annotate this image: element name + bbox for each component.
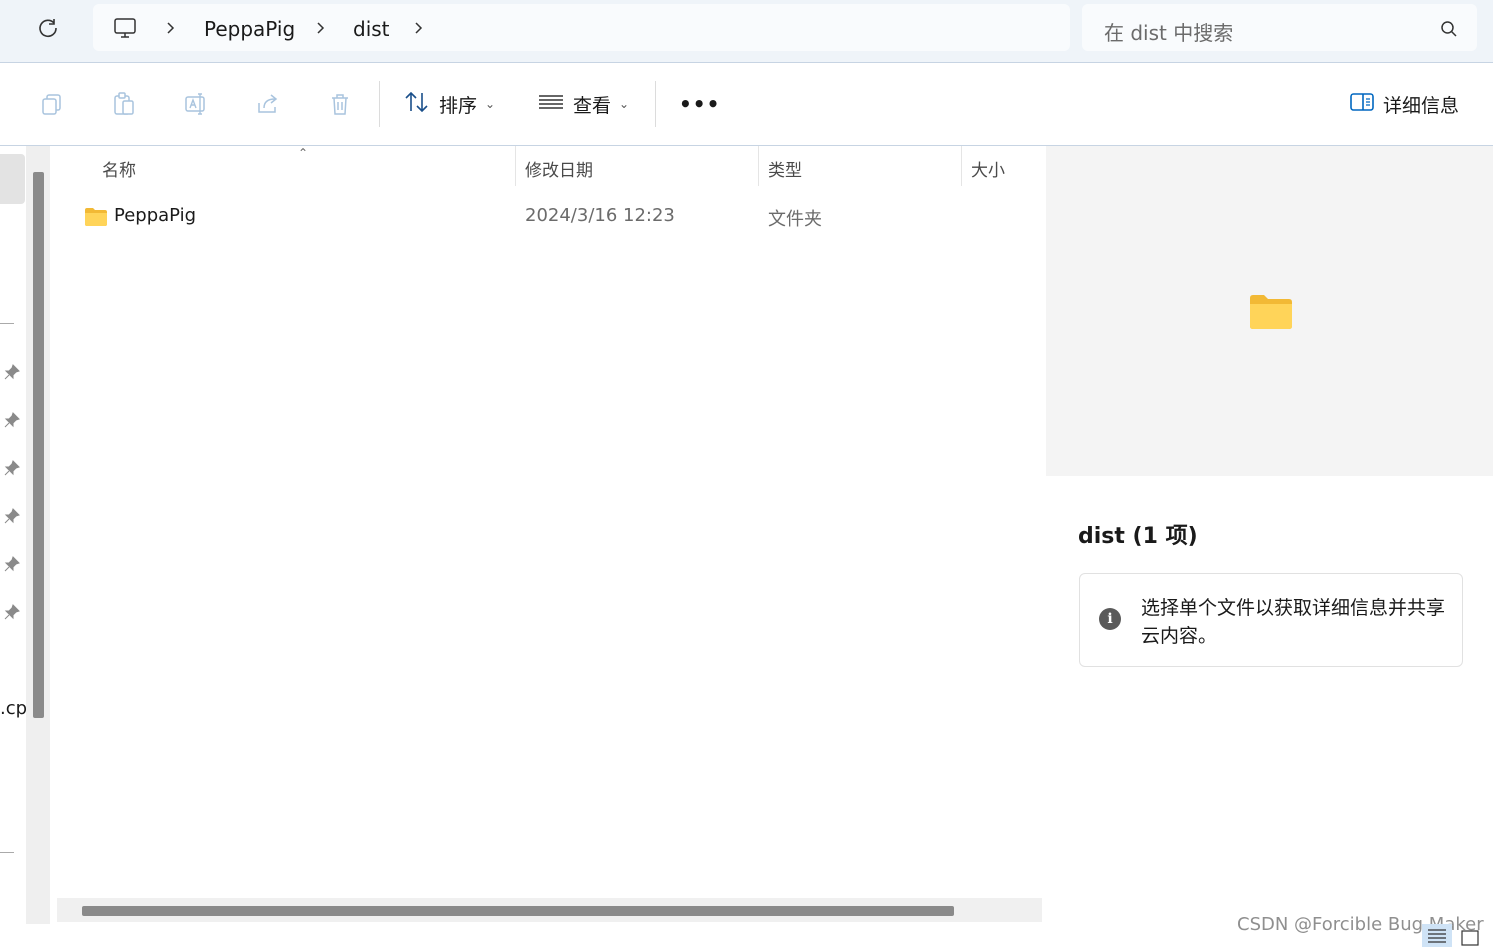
chevron-down-icon: ⌄: [619, 97, 630, 111]
copy-icon[interactable]: [39, 91, 65, 117]
details-label: 详细信息: [1383, 94, 1460, 117]
folder-icon: [1249, 294, 1293, 334]
address-bar[interactable]: PeppaPig dist: [93, 4, 1070, 51]
pin-icon[interactable]: [4, 412, 20, 428]
search-box[interactable]: 在 dist 中搜索: [1082, 4, 1477, 51]
preview-area: [1046, 146, 1493, 476]
details-view-icon: [1422, 924, 1452, 947]
chevron-down-icon: ⌄: [485, 97, 496, 111]
pin-icon[interactable]: [4, 364, 20, 380]
file-modified: 2024/3/16 12:23: [525, 205, 675, 226]
info-icon: i: [1099, 608, 1121, 630]
nav-selected-item[interactable]: [0, 154, 25, 204]
chevron-right-icon[interactable]: [313, 18, 329, 38]
column-divider[interactable]: [515, 146, 516, 186]
details-pane-button[interactable]: 详细信息: [1349, 85, 1459, 123]
horizontal-scrollbar-track[interactable]: [57, 898, 1042, 922]
column-header-size[interactable]: 大小: [971, 156, 1005, 181]
column-divider[interactable]: [961, 146, 962, 186]
column-divider[interactable]: [758, 146, 759, 186]
toolbar-divider: [655, 81, 656, 127]
folder-icon: [84, 207, 108, 232]
nav-divider: [0, 323, 14, 324]
info-card: i 选择单个文件以获取详细信息并共享云内容。: [1079, 573, 1463, 667]
sort-ascending-icon: ⌃: [298, 146, 309, 160]
more-icon: •••: [679, 92, 721, 116]
breadcrumb-dist[interactable]: dist: [353, 17, 390, 41]
view-button[interactable]: 查看 ⌄: [537, 85, 629, 123]
pin-icon[interactable]: [4, 508, 20, 524]
nav-scrollbar-thumb[interactable]: [33, 172, 44, 718]
file-name[interactable]: PeppaPig: [114, 205, 196, 226]
pin-icon[interactable]: [4, 460, 20, 476]
search-placeholder[interactable]: 在 dist 中搜索: [1104, 17, 1233, 46]
toolbar-divider: [379, 81, 380, 127]
column-header-type[interactable]: 类型: [768, 156, 802, 181]
share-icon[interactable]: [255, 91, 281, 117]
pin-icon[interactable]: [4, 556, 20, 572]
sort-button[interactable]: 排序 ⌄: [403, 85, 495, 123]
computer-icon[interactable]: [113, 16, 137, 44]
horizontal-scrollbar-thumb[interactable]: [82, 906, 954, 916]
rename-icon[interactable]: [183, 91, 209, 117]
sort-icon: [403, 90, 431, 119]
column-header-modified[interactable]: 修改日期: [525, 156, 593, 181]
details-title: dist (1 项): [1078, 524, 1198, 549]
address-bar-region: PeppaPig dist 在 dist 中搜索: [0, 0, 1493, 63]
nav-item-partial[interactable]: .cp: [0, 698, 27, 719]
chevron-right-icon[interactable]: [411, 18, 427, 38]
pin-icon[interactable]: [4, 604, 20, 620]
sort-label: 排序: [439, 94, 478, 117]
search-icon[interactable]: [1440, 20, 1458, 42]
view-list-icon: [537, 90, 565, 119]
large-icons-view-icon: [1461, 930, 1479, 946]
delete-icon[interactable]: [327, 91, 353, 117]
command-bar: 排序 ⌄ 查看 ⌄ ••• 详细信息: [0, 63, 1493, 146]
paste-icon[interactable]: [111, 91, 137, 117]
column-header-name[interactable]: 名称: [102, 156, 136, 181]
more-options-button[interactable]: •••: [679, 85, 720, 123]
refresh-icon[interactable]: [34, 14, 62, 42]
view-label: 查看: [573, 94, 612, 117]
chevron-right-icon[interactable]: [163, 18, 179, 38]
file-list-pane: ⌃ 名称 修改日期 类型 大小 PeppaPig 2024/3/16 12:23…: [52, 146, 1044, 924]
breadcrumb-peppapig[interactable]: PeppaPig: [204, 17, 295, 41]
file-type: 文件夹: [768, 209, 822, 230]
nav-divider: [0, 852, 14, 853]
info-message: 选择单个文件以获取详细信息并共享云内容。: [1141, 597, 1446, 647]
table-row[interactable]: PeppaPig 2024/3/16 12:23 文件夹: [80, 200, 1030, 234]
details-pane-icon: [1349, 91, 1375, 118]
details-pane: dist (1 项) i 选择单个文件以获取详细信息并共享云内容。: [1046, 146, 1493, 924]
